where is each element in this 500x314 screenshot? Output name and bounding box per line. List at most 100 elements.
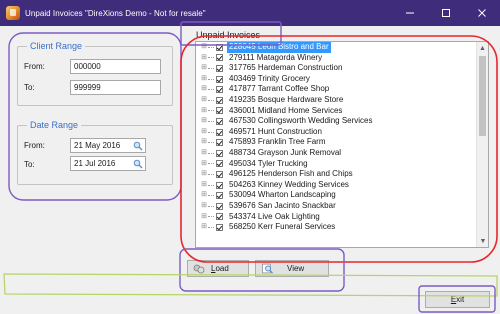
invoice-checkbox[interactable] xyxy=(216,128,223,136)
invoice-label: 419235 Bosque Hardware Store xyxy=(229,94,344,104)
date-to-value: 21 Jul 2016 xyxy=(74,159,116,168)
client-from-input[interactable] xyxy=(70,59,161,74)
client-to-input[interactable] xyxy=(70,80,161,95)
invoice-checkbox[interactable] xyxy=(216,75,223,83)
maximize-icon xyxy=(442,9,450,17)
tree-connector xyxy=(208,78,214,80)
load-icon xyxy=(193,263,205,274)
invoice-checkbox[interactable] xyxy=(216,160,223,168)
invoice-label: 403469 Trinity Grocery xyxy=(229,73,310,83)
invoice-checkbox[interactable] xyxy=(216,223,223,231)
invoice-list-item[interactable]: ⊞ 543374 Live Oak Lighting xyxy=(196,212,476,223)
invoice-list-item[interactable]: ⊞ 279111 Matagorda Winery xyxy=(196,53,476,64)
invoice-list-item[interactable]: ⊞ 469571 Hunt Construction xyxy=(196,127,476,138)
unpaid-invoices-header: Unpaid Invoices xyxy=(196,30,261,40)
date-from-field[interactable]: 21 May 2016 xyxy=(70,138,146,153)
expand-icon[interactable]: ⊞ xyxy=(200,63,208,74)
invoice-list-item[interactable]: ⊞ 475893 Franklin Tree Farm xyxy=(196,137,476,148)
tree-connector xyxy=(208,99,214,101)
scroll-down-icon[interactable]: ▼ xyxy=(477,235,488,247)
invoice-checkbox[interactable] xyxy=(216,149,223,157)
invoice-list-item[interactable]: ⊞ 495034 Tyler Trucking xyxy=(196,159,476,170)
tree-connector xyxy=(208,205,214,207)
invoice-label: 496125 Henderson Fish and Chips xyxy=(229,169,353,179)
tree-connector xyxy=(208,120,214,122)
tree-connector xyxy=(208,163,214,165)
invoice-checkbox[interactable] xyxy=(216,64,223,72)
invoice-list-item[interactable]: ⊞ 496125 Henderson Fish and Chips xyxy=(196,169,476,180)
date-from-picker-button[interactable] xyxy=(131,139,144,152)
invoice-list-item[interactable]: ⊞ 436001 Midland Home Services xyxy=(196,106,476,117)
date-to-field[interactable]: 21 Jul 2016 xyxy=(70,156,146,171)
tree-connector xyxy=(208,184,214,186)
expand-icon[interactable]: ⊞ xyxy=(200,137,208,148)
invoice-list-item[interactable]: ⊞ 504263 Kinney Wedding Services xyxy=(196,180,476,191)
exit-button[interactable]: Exit xyxy=(425,291,490,308)
invoice-label: 279111 Matagorda Winery xyxy=(229,52,323,62)
expand-icon[interactable]: ⊞ xyxy=(200,106,208,117)
scroll-up-icon[interactable]: ▲ xyxy=(477,42,488,54)
invoice-checkbox[interactable] xyxy=(216,192,223,200)
invoice-checkbox[interactable] xyxy=(216,213,223,221)
invoice-label: 530094 Wharton Landscaping xyxy=(229,190,336,200)
list-scrollbar[interactable]: ▲ ▼ xyxy=(476,42,488,247)
invoice-checkbox[interactable] xyxy=(216,202,223,210)
invoice-list-item[interactable]: ⊞ 403469 Trinity Grocery xyxy=(196,74,476,85)
invoice-list-item[interactable]: ⊞ 419235 Bosque Hardware Store xyxy=(196,95,476,106)
invoice-checkbox[interactable] xyxy=(216,43,223,51)
invoice-list-item[interactable]: ⊞ 568250 Kerr Funeral Services xyxy=(196,222,476,233)
expand-icon[interactable]: ⊞ xyxy=(200,190,208,201)
invoice-label: 495034 Tyler Trucking xyxy=(229,158,308,168)
client-range-group: Client Range xyxy=(17,41,173,106)
invoice-list-item[interactable]: ⊞ 228045 Leon Bistro and Bar xyxy=(196,42,476,53)
tree-connector xyxy=(208,173,214,175)
expand-icon[interactable]: ⊞ xyxy=(200,180,208,191)
expand-icon[interactable]: ⊞ xyxy=(200,116,208,127)
maximize-button[interactable] xyxy=(428,0,464,26)
invoice-checkbox[interactable] xyxy=(216,107,223,115)
expand-icon[interactable]: ⊞ xyxy=(200,148,208,159)
expand-icon[interactable]: ⊞ xyxy=(200,42,208,53)
expand-icon[interactable]: ⊞ xyxy=(200,159,208,170)
expand-icon[interactable]: ⊞ xyxy=(200,95,208,106)
invoice-list-item[interactable]: ⊞ 417877 Tarrant Coffee Shop xyxy=(196,84,476,95)
invoice-checkbox[interactable] xyxy=(216,96,223,104)
expand-icon[interactable]: ⊞ xyxy=(200,53,208,64)
invoice-checkbox[interactable] xyxy=(216,139,223,147)
expand-icon[interactable]: ⊞ xyxy=(200,74,208,85)
date-range-legend: Date Range xyxy=(27,120,82,130)
expand-icon[interactable]: ⊞ xyxy=(200,201,208,212)
invoice-checkbox[interactable] xyxy=(216,54,223,62)
view-label: View xyxy=(287,264,305,273)
tree-connector xyxy=(208,89,214,91)
minimize-icon xyxy=(406,12,414,14)
load-label: Load xyxy=(211,264,229,273)
view-button[interactable]: View xyxy=(255,260,329,277)
date-to-picker-button[interactable] xyxy=(131,157,144,170)
invoice-checkbox[interactable] xyxy=(216,86,223,94)
load-button[interactable]: Load xyxy=(187,260,249,277)
expand-icon[interactable]: ⊞ xyxy=(200,169,208,180)
expand-icon[interactable]: ⊞ xyxy=(200,84,208,95)
expand-icon[interactable]: ⊞ xyxy=(200,222,208,233)
expand-icon[interactable]: ⊞ xyxy=(200,212,208,223)
minimize-button[interactable] xyxy=(392,0,428,26)
invoice-list[interactable]: ⊞ 228045 Leon Bistro and Bar ⊞ 279111 Matag… xyxy=(195,41,489,248)
invoice-list-item[interactable]: ⊞ 539676 San Jacinto Snackbar xyxy=(196,201,476,212)
invoice-label: 568250 Kerr Funeral Services xyxy=(229,222,336,232)
invoice-list-item[interactable]: ⊞ 530094 Wharton Landscaping xyxy=(196,190,476,201)
invoice-list-item[interactable]: ⊞ 467530 Collingsworth Wedding Services xyxy=(196,116,476,127)
invoice-checkbox[interactable] xyxy=(216,170,223,178)
expand-icon[interactable]: ⊞ xyxy=(200,127,208,138)
scroll-thumb[interactable] xyxy=(479,56,486,136)
invoice-checkbox[interactable] xyxy=(216,117,223,125)
magnifier-icon xyxy=(261,263,273,274)
tree-connector xyxy=(208,216,214,218)
invoice-checkbox[interactable] xyxy=(216,181,223,189)
tree-connector xyxy=(208,195,214,197)
invoice-list-item[interactable]: ⊞ 317765 Hardeman Construction xyxy=(196,63,476,74)
invoice-list-item[interactable]: ⊞ 488734 Grayson Junk Removal xyxy=(196,148,476,159)
close-button[interactable] xyxy=(464,0,500,26)
magnifier-icon xyxy=(133,141,142,150)
client-to-label: To: xyxy=(24,83,35,92)
